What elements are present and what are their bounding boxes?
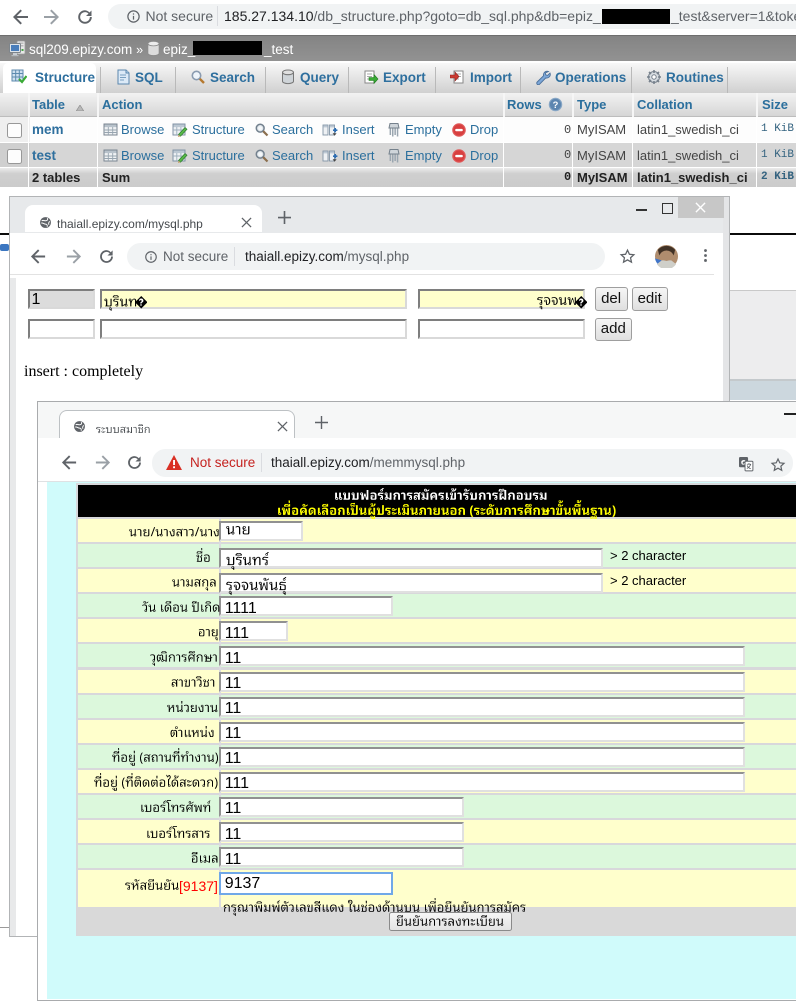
svg-text:?: ? (553, 100, 559, 110)
